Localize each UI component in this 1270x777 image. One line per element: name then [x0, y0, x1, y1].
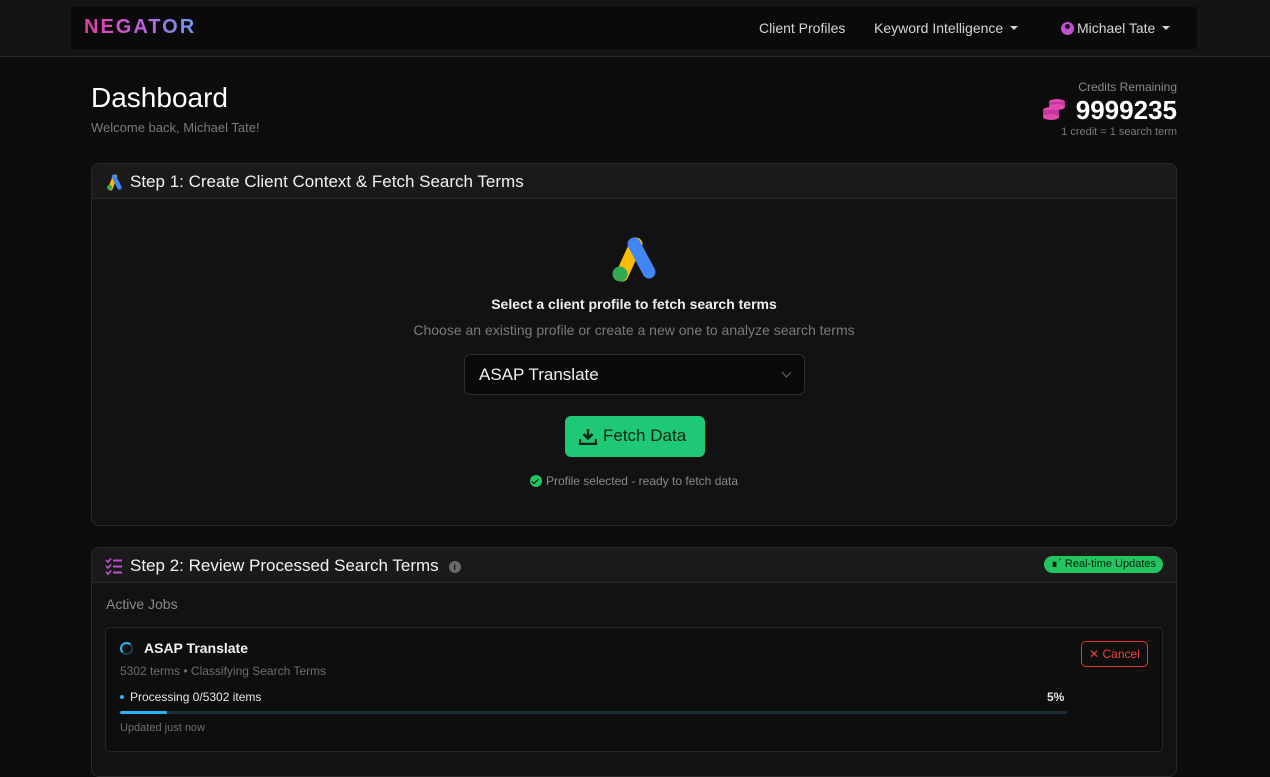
info-icon[interactable]: i [448, 561, 461, 573]
job-card: ASAP Translate 5302 terms • Classifying … [105, 627, 1163, 752]
step2-title-text: Step 2: Review Processed Search Terms [130, 556, 439, 575]
nav-keyword-intelligence-label: Keyword Intelligence [874, 20, 1004, 36]
welcome-message: Welcome back, Michael Tate! [91, 120, 260, 135]
top-bar: NEGATOR Client Profiles Keyword Intellig… [0, 0, 1270, 57]
client-profile-select[interactable]: ASAP Translate [464, 354, 805, 395]
realtime-badge-label: Real-time Updates [1064, 558, 1156, 570]
profile-status-text: Profile selected - ready to fetch data [545, 474, 739, 488]
client-profile-select-value: ASAP Translate [479, 365, 599, 384]
fetch-data-button[interactable]: Fetch Data [565, 416, 705, 457]
google-ads-logo-icon [612, 237, 656, 282]
credits-label: Credits Remaining [1078, 80, 1177, 94]
brand-logo[interactable]: NEGATOR [84, 16, 196, 39]
chevron-down-icon [781, 367, 792, 378]
step2-card: Step 2: Review Processed Search Terms i ∎… [91, 547, 1177, 777]
google-ads-icon [106, 174, 122, 191]
page-title: Dashboard [91, 82, 228, 113]
cancel-job-button[interactable]: ✕ Cancel [1081, 641, 1148, 667]
spinner-icon [120, 642, 133, 655]
active-jobs-label: Active Jobs [106, 596, 178, 612]
progress-fill [120, 711, 168, 714]
step1-card: Step 1: Create Client Context & Fetch Se… [91, 163, 1177, 526]
broadcast-icon: ∎´ [1051, 558, 1062, 570]
step2-title: Step 2: Review Processed Search Terms i [130, 556, 461, 576]
progress-percent: 5% [1047, 690, 1065, 704]
select-profile-heading: Select a client profile to fetch search … [491, 296, 777, 312]
nav-keyword-intelligence[interactable]: Keyword Intelligence [874, 20, 1019, 36]
realtime-badge: ∎´ Real-time Updates [1044, 556, 1163, 573]
progress-bar [120, 711, 1067, 714]
download-icon [579, 429, 597, 445]
processing-text: Processing 0/5302 items [130, 690, 262, 704]
step2-header: Step 2: Review Processed Search Terms i ∎… [92, 548, 1176, 583]
user-circle-icon [1061, 22, 1074, 35]
checklist-icon [105, 557, 122, 575]
profile-status: Profile selected - ready to fetch data [92, 474, 1176, 488]
select-profile-subheading: Choose an existing profile or create a n… [413, 322, 855, 338]
caret-down-icon [1162, 26, 1171, 30]
close-icon: ✕ [1089, 647, 1100, 661]
step1-title: Step 1: Create Client Context & Fetch Se… [130, 172, 524, 191]
nav-client-profiles[interactable]: Client Profiles [759, 20, 845, 36]
job-meta: 5302 terms • Classifying Search Terms [120, 664, 327, 678]
processing-status: Processing 0/5302 items [120, 690, 261, 704]
coins-icon [1043, 99, 1065, 120]
step1-header: Step 1: Create Client Context & Fetch Se… [92, 164, 1176, 199]
fetch-data-label: Fetch Data [603, 426, 687, 445]
navbar: NEGATOR Client Profiles Keyword Intellig… [71, 7, 1197, 49]
user-menu[interactable]: Michael Tate [1061, 20, 1171, 36]
user-name: Michael Tate [1077, 20, 1156, 36]
credits-note: 1 credit = 1 search term [1061, 126, 1177, 138]
caret-down-icon [1010, 26, 1019, 30]
job-updated: Updated just now [120, 722, 205, 734]
check-circle-icon [529, 475, 542, 487]
job-title: ASAP Translate [144, 640, 249, 656]
credits-value: 9999235 [1075, 95, 1177, 125]
status-dot-icon [120, 695, 124, 699]
cancel-label: Cancel [1102, 647, 1140, 661]
